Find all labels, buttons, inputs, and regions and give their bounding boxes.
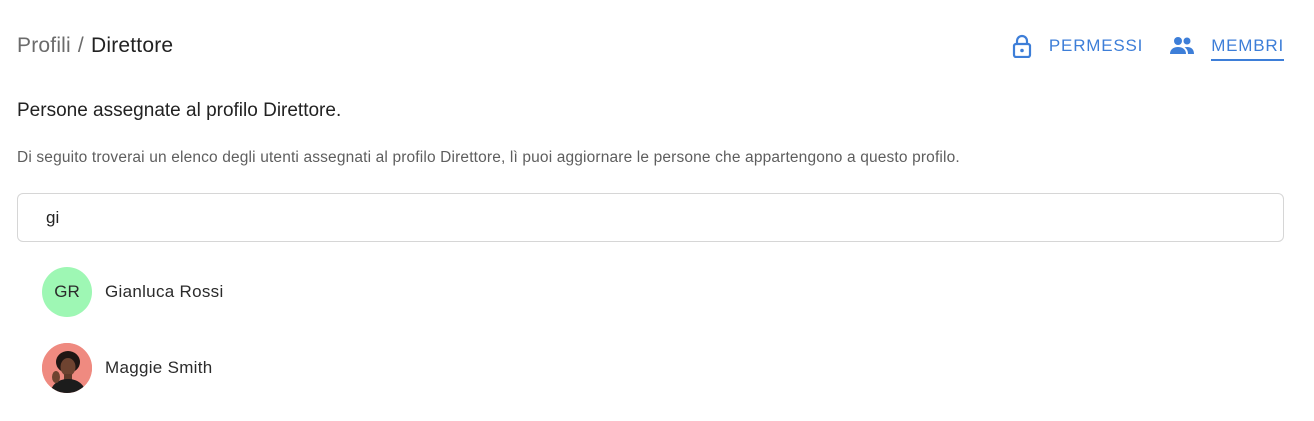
section-subtitle: Persone assegnate al profilo Direttore. xyxy=(17,100,342,121)
list-item[interactable]: GR Gianluca Rossi xyxy=(42,267,224,317)
list-item[interactable]: Maggie Smith xyxy=(42,343,224,393)
member-name: Gianluca Rossi xyxy=(105,282,224,301)
tab-bar: PERMESSI MEMBRI xyxy=(1011,28,1284,64)
tab-membri[interactable]: MEMBRI xyxy=(1169,28,1284,64)
avatar-photo xyxy=(42,343,92,393)
search-input[interactable] xyxy=(46,194,1246,241)
member-name: Maggie Smith xyxy=(105,358,213,377)
avatar xyxy=(42,343,92,393)
tab-membri-label: MEMBRI xyxy=(1211,36,1284,61)
breadcrumb-root-link[interactable]: Profili xyxy=(17,34,71,58)
page-header: Profili / Direttore PERMESSI MEMBRI xyxy=(17,28,1284,64)
breadcrumb-separator: / xyxy=(77,34,84,57)
search-field[interactable] xyxy=(17,193,1284,242)
section-description: Di seguito troverai un elenco degli uten… xyxy=(17,149,960,166)
member-list: GR Gianluca Rossi Maggie Smith xyxy=(42,267,224,419)
tab-permessi[interactable]: PERMESSI xyxy=(1011,28,1143,64)
avatar-initials: GR xyxy=(54,282,80,301)
lock-icon xyxy=(1011,34,1033,58)
breadcrumb-current: Direttore xyxy=(90,34,174,57)
breadcrumb: Profili / Direttore xyxy=(17,34,173,58)
avatar: GR xyxy=(42,267,92,317)
people-icon xyxy=(1169,36,1195,56)
tab-permessi-label: PERMESSI xyxy=(1048,36,1144,55)
